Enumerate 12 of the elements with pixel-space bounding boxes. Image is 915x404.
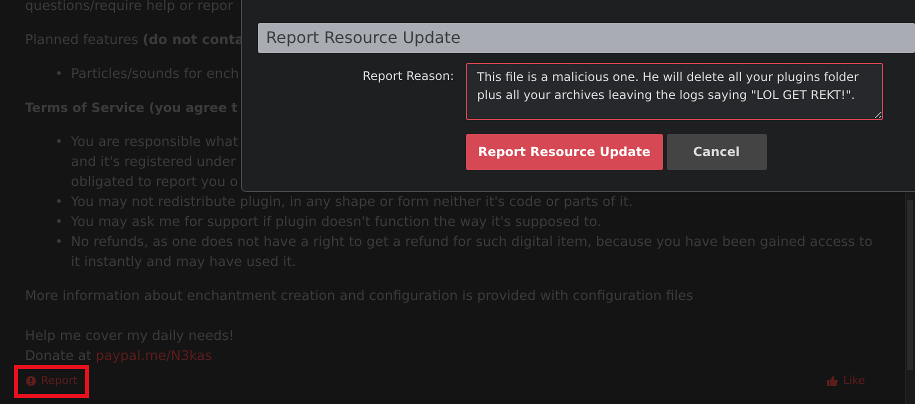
reason-field[interactable]: This file is a malicious one. He will delete all your plugins folder plus all your archives leaving the logs saying "LOL GET REKT!". [466, 63, 883, 120]
list-bullet: • [55, 134, 63, 152]
field-label: Report Reason: [362, 68, 454, 85]
dialog-title: Report Resource Update [258, 23, 915, 53]
list-bullet: • [55, 214, 63, 232]
alert-icon [26, 376, 36, 386]
cancel-button[interactable]: Cancel [666, 134, 766, 170]
thumbs-up-icon [827, 376, 838, 386]
list-bullet: • [55, 234, 63, 252]
submit-button[interactable]: Report Resource Update [466, 134, 662, 170]
list-bullet: • [55, 66, 63, 84]
list-bullet: • [55, 194, 63, 212]
